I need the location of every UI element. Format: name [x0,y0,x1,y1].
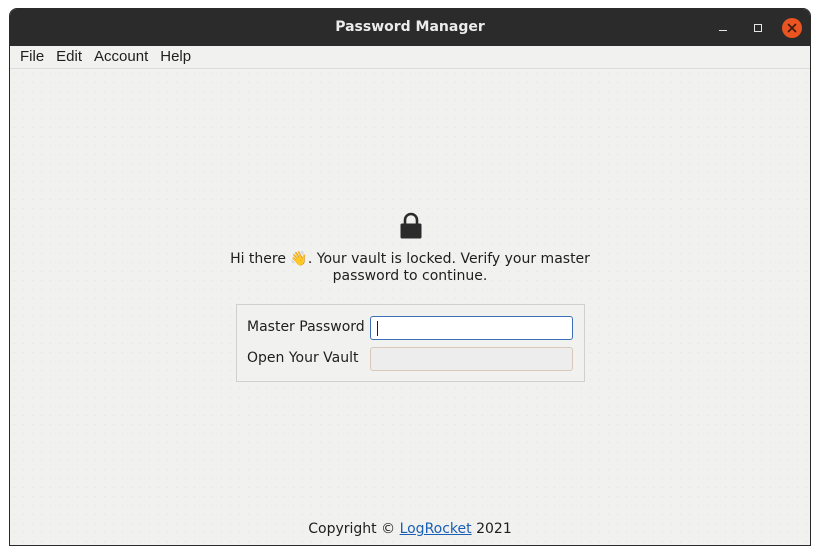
close-button[interactable] [782,18,802,38]
title-bar[interactable]: Password Manager [10,9,810,46]
menu-help[interactable]: Help [154,46,197,68]
minimize-button[interactable] [713,18,733,38]
copyright-prefix: Copyright © [308,521,400,537]
master-password-label: Master Password [247,319,365,335]
maximize-button[interactable] [748,18,768,38]
locked-message: Hi there 👋. Your vault is locked. Verify… [210,251,610,285]
waving-hand-emoji: 👋 [290,251,308,267]
menu-file[interactable]: File [14,46,50,68]
maximize-icon [754,24,762,32]
copyright-year: 2021 [471,521,512,537]
menu-edit[interactable]: Edit [50,46,88,68]
text-caret [377,321,378,336]
master-password-input[interactable] [370,316,573,340]
master-password-row: Master Password [237,316,584,342]
lock-icon [399,212,423,240]
minimize-icon [719,29,727,32]
unlock-form: Master Password Open Your Vault [236,304,585,382]
close-icon [787,23,797,33]
open-vault-button[interactable] [370,347,573,371]
message-text-end: . Your vault is locked. Verify your mast… [307,251,590,284]
open-vault-label: Open Your Vault [247,350,359,366]
menu-account[interactable]: Account [88,46,154,68]
app-window: Password Manager File Edit Account Help … [9,8,811,546]
window-title: Password Manager [335,19,485,35]
open-vault-row: Open Your Vault [237,347,584,373]
logrocket-link[interactable]: LogRocket [400,521,472,537]
message-text-start: Hi there [230,251,291,267]
main-content: Hi there 👋. Your vault is locked. Verify… [10,69,810,545]
copyright-footer: Copyright © LogRocket 2021 [10,521,810,537]
menu-bar: File Edit Account Help [10,46,810,69]
